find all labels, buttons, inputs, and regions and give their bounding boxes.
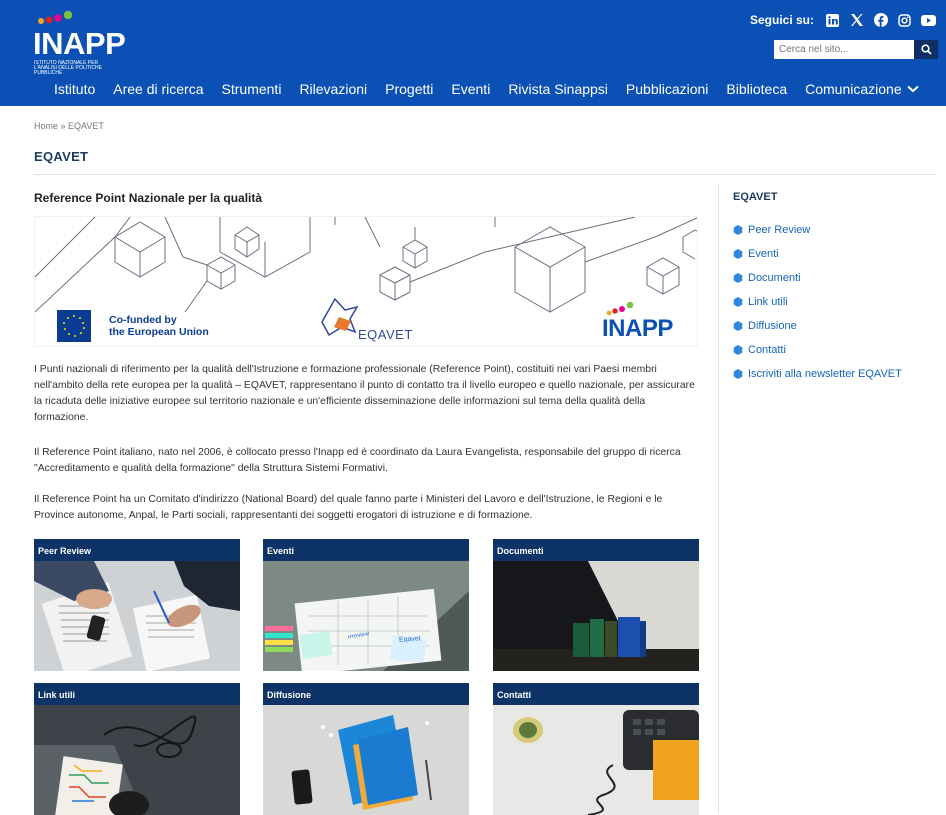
nav-aree-di-ricerca[interactable]: Aree di ricerca: [104, 79, 212, 99]
sidebar-item-label: Contatti: [748, 344, 786, 356]
sidebar-item-label: Eventi: [748, 248, 779, 260]
sidebar-title: EQAVET: [733, 191, 778, 203]
card-title: Eventi: [263, 539, 469, 561]
nav-progetti[interactable]: Progetti: [376, 79, 442, 99]
search-button[interactable]: [914, 40, 938, 59]
hexagon-bullet-icon: [733, 273, 743, 283]
eqavet-banner: Co-funded by the European Union EQAVET I…: [34, 216, 698, 347]
eqavet-logo-text: EQAVET: [358, 327, 413, 342]
sidebar-item-label: Peer Review: [748, 224, 811, 236]
board-paragraph: Il Reference Point ha un Comitato d'indi…: [34, 494, 663, 521]
follow-label: Seguici su:: [749, 13, 814, 27]
site-search: [774, 40, 938, 59]
card-link-utili[interactable]: Link utili: [34, 683, 240, 815]
nav-biblioteca[interactable]: Biblioteca: [717, 79, 796, 99]
nav-rilevazioni[interactable]: Rilevazioni: [290, 79, 376, 99]
eu-text-line1: Co-funded by: [109, 314, 177, 326]
contatti-photo: [493, 705, 699, 815]
breadcrumb[interactable]: Home » EQAVET: [34, 121, 104, 131]
social-links: Seguici su:: [750, 10, 936, 30]
card-title: Peer Review: [34, 539, 240, 561]
facebook-icon[interactable]: [873, 13, 888, 28]
sidebar-menu: Peer Review Eventi Documenti Link utili …: [733, 218, 902, 386]
section-title: Reference Point Nazionale per la qualità: [34, 191, 263, 205]
inapp-banner-logo: INAPP: [602, 315, 673, 342]
card-title: Documenti: [493, 539, 699, 561]
site-header: INAPP Istituto Nazionale per l'Analisi d…: [0, 0, 946, 106]
reference-point-paragraph: Il Reference Point italiano, nato nel 20…: [34, 447, 681, 474]
card-eventi[interactable]: Eventi rrreview Eqavet: [263, 539, 469, 671]
documenti-photo: [493, 561, 699, 671]
link-utili-photo: [34, 705, 240, 815]
sidebar-item-label: Link utili: [748, 296, 788, 308]
search-icon: [920, 44, 932, 55]
card-documenti[interactable]: Documenti: [493, 539, 699, 671]
chevron-down-icon: [906, 85, 919, 93]
sidebar-item-diffusione[interactable]: Diffusione: [733, 314, 902, 338]
nav-istituto[interactable]: Istituto: [45, 79, 104, 99]
hexagon-bullet-icon: [733, 369, 743, 379]
instagram-icon[interactable]: [897, 13, 912, 28]
sidebar-item-eventi[interactable]: Eventi: [733, 242, 902, 266]
sidebar-item-label: Iscriviti alla newsletter EQAVET: [748, 368, 902, 380]
hexagon-bullet-icon: [733, 297, 743, 307]
linkedin-icon[interactable]: [825, 13, 840, 28]
peer-review-photo: [34, 561, 240, 671]
sidebar-item-link-utili[interactable]: Link utili: [733, 290, 902, 314]
card-diffusione[interactable]: Diffusione: [263, 683, 469, 815]
card-title: Contatti: [493, 683, 699, 705]
eu-funding-text: Co-funded by the European Union: [109, 314, 209, 338]
nav-comunicazione[interactable]: Comunicazione: [796, 79, 928, 99]
logo-wordmark: INAPP: [33, 26, 126, 61]
sidebar-item-label: Diffusione: [748, 320, 797, 332]
nav-pubblicazioni[interactable]: Pubblicazioni: [617, 79, 718, 99]
sidebar-item-documenti[interactable]: Documenti: [733, 266, 902, 290]
nav-comunicazione-label: Comunicazione: [805, 81, 902, 97]
card-peer-review[interactable]: Peer Review: [34, 539, 240, 671]
sidebar-divider: [718, 184, 719, 814]
page-title: EQAVET: [34, 149, 89, 164]
eventi-photo: [263, 561, 469, 671]
hexagon-bullet-icon: [733, 225, 743, 235]
diffusione-photo: [263, 705, 469, 815]
hexagon-bullet-icon: [733, 321, 743, 331]
eu-text-line2: the European Union: [109, 326, 209, 338]
nav-rivista-sinappsi[interactable]: Rivista Sinappsi: [499, 79, 617, 99]
logo-dots-icon: [38, 10, 73, 24]
card-contatti[interactable]: Contatti: [493, 683, 699, 815]
sidebar-item-label: Documenti: [748, 272, 801, 284]
card-title: Link utili: [34, 683, 240, 705]
main-nav: Istituto Aree di ricerca Strumenti Rilev…: [45, 79, 928, 99]
intro-paragraph: I Punti nazionali di riferimento per la …: [34, 364, 695, 423]
x-icon[interactable]: [849, 13, 864, 28]
search-input[interactable]: [774, 40, 914, 59]
inapp-logo[interactable]: INAPP Istituto Nazionale per l'Analisi d…: [33, 10, 153, 76]
youtube-icon[interactable]: [921, 13, 936, 28]
sidebar-item-newsletter[interactable]: Iscriviti alla newsletter EQAVET: [733, 362, 902, 386]
sidebar-item-contatti[interactable]: Contatti: [733, 338, 902, 362]
card-title: Diffusione: [263, 683, 469, 705]
nav-strumenti[interactable]: Strumenti: [213, 79, 291, 99]
title-divider: [34, 174, 936, 175]
hexagon-bullet-icon: [733, 345, 743, 355]
nav-eventi[interactable]: Eventi: [442, 79, 499, 99]
logo-subtitle: Istituto Nazionale per l'Analisi delle P…: [34, 60, 102, 76]
hexagon-bullet-icon: [733, 249, 743, 259]
sidebar-item-peer-review[interactable]: Peer Review: [733, 218, 902, 242]
